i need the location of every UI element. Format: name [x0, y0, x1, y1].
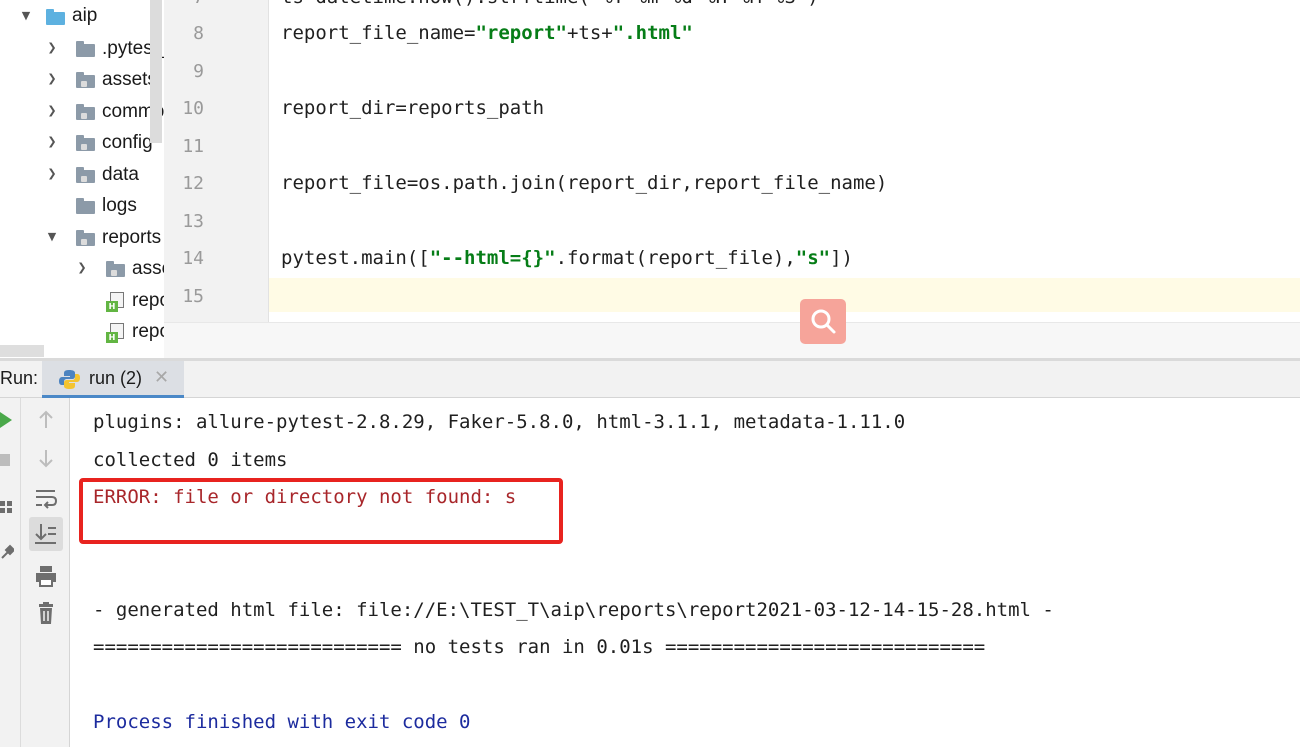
chevron-right-icon[interactable]: ❯ — [46, 135, 58, 149]
console-line-exit-code: Process finished with exit code 0 — [93, 711, 471, 733]
line-number: 11 — [182, 136, 204, 157]
console-line-plugins: plugins: allure-pytest-2.8.29, Faker-5.8… — [93, 411, 906, 433]
chevron-right-icon[interactable]: ❯ — [46, 41, 58, 55]
code-text: ]) — [830, 247, 853, 269]
tree-item-label: aip — [72, 5, 98, 26]
line-number: 12 — [182, 173, 204, 194]
folder-icon — [106, 261, 126, 277]
tree-horizontal-scrollbar[interactable] — [0, 345, 44, 357]
code-line-7[interactable]: ts=datetime.now().strftime("%Y-%m-%d-%H-… — [281, 0, 819, 8]
tree-item-reports-assets[interactable]: ❯ asse — [0, 257, 164, 281]
tree-item-assets[interactable]: ❯ assets — [0, 68, 164, 92]
code-line-8[interactable]: report_file_name="report"+ts+".html" — [281, 22, 693, 44]
tree-item-pytest-cache[interactable]: ❯ .pytest_ — [0, 37, 164, 61]
code-text: .format(report_file), — [555, 247, 796, 269]
chevron-down-icon[interactable]: ▼ — [46, 230, 58, 244]
html-file-icon: H — [106, 323, 126, 345]
python-icon — [59, 369, 80, 390]
string-literal: "s" — [795, 247, 831, 269]
scroll-to-end-icon[interactable] — [29, 517, 63, 551]
tree-item-label: asse — [132, 258, 164, 279]
folder-icon — [76, 198, 96, 214]
code-text: report_dir=reports_path — [281, 97, 545, 119]
run-tool-window-header: Run: run (2) ✕ — [0, 361, 1300, 398]
code-line-14[interactable]: pytest.main(["--html={}".format(report_f… — [281, 247, 853, 269]
string-literal: "report" — [475, 22, 567, 44]
tree-item-logs[interactable]: logs — [0, 194, 164, 218]
tree-item-label: logs — [102, 195, 137, 216]
code-text: ts=datetime.now().strftime("%Y-%m-%d-%H-… — [281, 0, 819, 8]
arrow-down-icon[interactable] — [33, 445, 59, 471]
arrow-up-icon[interactable] — [33, 407, 59, 433]
run-toolbar-primary — [0, 398, 21, 747]
folder-icon — [76, 104, 96, 120]
console-line-generated[interactable]: - generated html file: file://E:\TEST_T\… — [93, 599, 1054, 621]
run-console-output[interactable]: plugins: allure-pytest-2.8.29, Faker-5.8… — [71, 398, 1300, 747]
tree-item-report-file[interactable]: H repo — [0, 320, 164, 344]
string-literal: "--html={}" — [429, 247, 556, 269]
line-number-gutter: 7 8 9 10 11 12 13 14 — [164, 0, 269, 322]
line-number: 7 — [164, 0, 204, 8]
code-line-12[interactable]: report_file=os.path.join(report_dir,repo… — [281, 172, 887, 194]
chevron-right-icon[interactable]: ❯ — [76, 261, 88, 275]
tree-item-aip[interactable]: ▼ aip — [0, 5, 164, 29]
chevron-down-icon[interactable]: ▼ — [20, 9, 32, 23]
tree-item-data[interactable]: ❯ data — [0, 163, 164, 187]
code-text: +ts+ — [566, 22, 613, 44]
chevron-right-icon[interactable]: ❯ — [46, 72, 58, 86]
print-icon[interactable] — [33, 563, 59, 589]
tree-item-reports[interactable]: ▼ reports — [0, 226, 164, 250]
folder-blue-icon — [46, 9, 66, 25]
line-number: 10 — [182, 98, 204, 119]
tree-item-label: repo — [132, 290, 164, 311]
close-icon[interactable]: ✕ — [154, 367, 169, 388]
tree-item-label: config — [102, 132, 153, 153]
chevron-right-icon[interactable]: ❯ — [46, 104, 58, 118]
trash-icon[interactable] — [33, 600, 59, 626]
line-number: 15 — [182, 286, 204, 307]
line-number: 14 — [182, 248, 204, 269]
tree-scrollbar[interactable] — [150, 0, 162, 143]
tree-item-report-file[interactable]: H repo — [0, 289, 164, 313]
run-toolbar-secondary — [21, 398, 70, 747]
html-file-icon: H — [106, 292, 126, 314]
project-tree: ▼ aip ❯ .pytest_ ❯ assets ❯ commo ❯ conf… — [0, 0, 164, 358]
tree-item-config[interactable]: ❯ config — [0, 131, 164, 155]
tree-item-label: assets — [102, 69, 157, 90]
console-line-collected: collected 0 items — [93, 449, 288, 471]
soft-wrap-icon[interactable] — [33, 485, 59, 511]
editor-horizontal-scrollbar[interactable] — [164, 322, 1300, 358]
string-literal: ".html" — [612, 22, 693, 44]
console-line-summary: =========================== no tests ran… — [93, 636, 986, 658]
current-line-highlight — [269, 278, 1300, 312]
search-icon[interactable] — [800, 299, 846, 344]
code-text: report_file_name= — [281, 22, 476, 44]
line-number: 13 — [182, 211, 204, 232]
tree-item-label: repo — [132, 321, 164, 342]
chevron-right-icon[interactable]: ❯ — [46, 167, 58, 181]
code-editor[interactable]: 7 8 9 10 11 12 13 14 15 ts=datetime.now(… — [164, 0, 1300, 358]
line-number: 9 — [193, 61, 204, 82]
run-label: Run: — [0, 368, 39, 388]
code-text: report_file=os.path.join(report_dir,repo… — [281, 172, 888, 194]
code-line-10[interactable]: report_dir=reports_path — [281, 97, 544, 119]
tree-item-label: reports — [102, 227, 162, 248]
tree-item-common[interactable]: ❯ commo — [0, 100, 164, 124]
code-text: pytest.main([ — [281, 247, 430, 269]
tab-run-2[interactable]: run (2) ✕ — [42, 361, 184, 398]
folder-icon — [76, 41, 96, 57]
line-number: 8 — [193, 23, 204, 44]
folder-icon — [76, 72, 96, 88]
tree-item-label: data — [102, 164, 139, 185]
folder-icon — [76, 135, 96, 151]
error-highlight-box — [79, 478, 563, 544]
folder-icon — [76, 230, 96, 246]
folder-icon — [76, 167, 96, 183]
tab-label: run (2) — [89, 368, 143, 388]
